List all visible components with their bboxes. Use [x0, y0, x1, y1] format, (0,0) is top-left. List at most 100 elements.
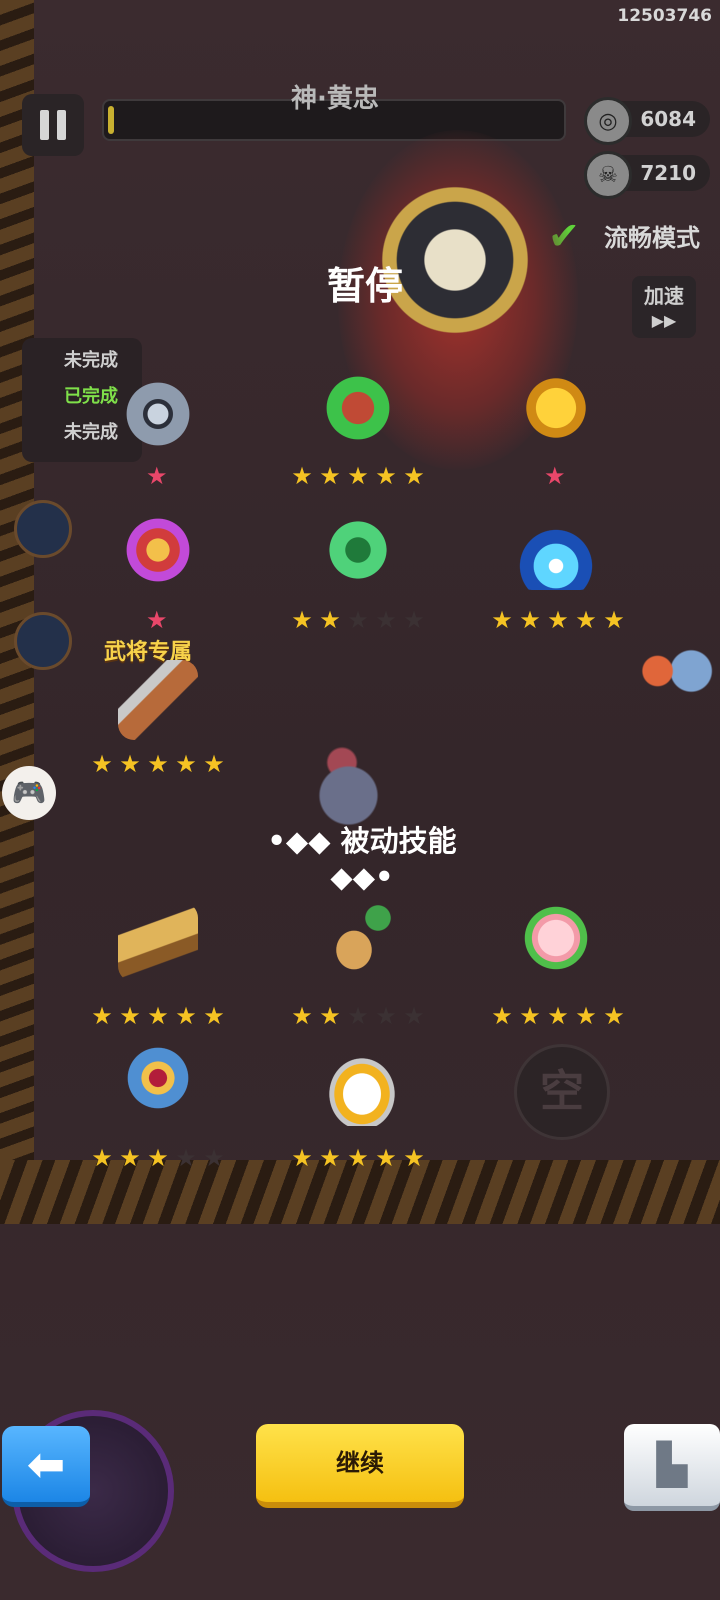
star-empty-icon: ★: [175, 1144, 197, 1172]
elephant-hero-icon[interactable]: [14, 612, 72, 670]
star-filled-icon: ★: [603, 606, 625, 634]
boots-icon: [318, 1046, 398, 1126]
wind-tornado-icon: [318, 510, 398, 590]
passive-slot[interactable]: [308, 1040, 408, 1140]
star-filled-icon: ★: [91, 1002, 113, 1030]
star-filled-icon: ★: [575, 1002, 597, 1030]
coin-counter: ◎ 6084: [584, 97, 710, 145]
coin-value: 6084: [640, 107, 696, 131]
star-filled-icon: ★: [491, 1002, 513, 1030]
star-filled-icon: ★: [91, 750, 113, 778]
boss-health-fill: [108, 106, 114, 134]
star-filled-icon: ★: [319, 1144, 341, 1172]
star-filled-icon: ★: [291, 462, 313, 490]
star-filled-icon: ★: [519, 606, 541, 634]
pink-star-icon: ★: [146, 606, 168, 634]
left-fence: [0, 0, 34, 1200]
player-id: 12503746: [617, 6, 712, 26]
star-filled-icon: ★: [375, 1144, 397, 1172]
star-filled-icon: ★: [291, 1144, 313, 1172]
armor-icon: [118, 1046, 198, 1126]
podium-icon: ▙: [656, 1442, 688, 1488]
back-button[interactable]: ⬅: [2, 1426, 90, 1507]
skill-slot[interactable]: [108, 368, 208, 468]
star-filled-icon: ★: [403, 462, 425, 490]
star-rating: ★ ★ ★ ★ ★: [490, 1004, 626, 1028]
star-filled-icon: ★: [347, 462, 369, 490]
book-icon: [118, 902, 198, 982]
fish-elephant-enemy: [624, 634, 720, 708]
skill-slot[interactable]: [506, 362, 606, 462]
star-rating: ★ ★ ★ ★ ★: [290, 1146, 426, 1170]
continue-button[interactable]: 继续: [256, 1424, 464, 1508]
star-filled-icon: ★: [547, 1002, 569, 1030]
star-filled-icon: ★: [91, 1144, 113, 1172]
peach-icon: [516, 902, 596, 982]
star-rating: ★ ★ ★ ★ ★: [90, 752, 226, 776]
star-filled-icon: ★: [147, 750, 169, 778]
skull-icon: ☠: [584, 151, 632, 199]
star-empty-icon: ★: [347, 1002, 369, 1030]
fast-forward-icon: ▶▶: [651, 311, 677, 330]
passive-slot[interactable]: [308, 896, 408, 996]
star-empty-icon: ★: [375, 1002, 397, 1030]
kill-value: 7210: [640, 161, 696, 185]
skill-slot[interactable]: [108, 654, 208, 754]
star-filled-icon: ★: [319, 606, 341, 634]
star-filled-icon: ★: [203, 1002, 225, 1030]
star-filled-icon: ★: [375, 462, 397, 490]
star-rating: ★ ★ ★ ★ ★: [290, 1004, 426, 1028]
star-filled-icon: ★: [147, 1144, 169, 1172]
star-rating: ★ ★ ★ ★ ★: [490, 608, 626, 632]
crossbow-icon: [118, 660, 198, 740]
passive-slot[interactable]: [506, 896, 606, 996]
star-filled-icon: ★: [147, 1002, 169, 1030]
pink-star-icon: ★: [544, 462, 566, 490]
empty-slot[interactable]: 空: [514, 1044, 610, 1140]
speed-label: 加速: [644, 284, 684, 308]
pause-button[interactable]: [22, 94, 84, 156]
star-filled-icon: ★: [603, 1002, 625, 1030]
pause-icon-bar: [57, 110, 66, 140]
star-empty-icon: ★: [403, 1002, 425, 1030]
boss-name: 神·黄忠: [291, 84, 379, 114]
star-filled-icon: ★: [491, 606, 513, 634]
smooth-mode-label[interactable]: 流畅模式: [604, 218, 700, 253]
star-filled-icon: ★: [403, 1144, 425, 1172]
passive-slot[interactable]: [108, 896, 208, 996]
phoenix-fan-icon: [118, 510, 198, 590]
star-empty-icon: ★: [347, 606, 369, 634]
star-filled-icon: ★: [347, 1144, 369, 1172]
star-filled-icon: ★: [319, 462, 341, 490]
gamepad-icon[interactable]: 🎮: [2, 766, 56, 820]
star-filled-icon: ★: [291, 606, 313, 634]
passive-slot[interactable]: [108, 1040, 208, 1140]
skill-slot[interactable]: [308, 362, 408, 462]
skill-slot[interactable]: [506, 504, 606, 604]
fish-hero-icon[interactable]: [14, 500, 72, 558]
star-rating: ★ ★ ★ ★ ★: [290, 608, 426, 632]
star-filled-icon: ★: [547, 606, 569, 634]
coin-icon: ◎: [584, 97, 632, 145]
star-filled-icon: ★: [175, 1002, 197, 1030]
star-rating: ★ ★ ★ ★ ★: [90, 1146, 226, 1170]
pink-star-icon: ★: [146, 462, 168, 490]
star-filled-icon: ★: [203, 750, 225, 778]
star-filled-icon: ★: [319, 1002, 341, 1030]
ranking-button[interactable]: ▙: [624, 1424, 720, 1511]
pause-icon-bar: [40, 110, 49, 140]
skill-slot[interactable]: [308, 504, 408, 604]
golden-gauntlet-icon: [516, 368, 596, 448]
ornament-left: •◆◆: [267, 824, 341, 858]
skill-slot[interactable]: [108, 504, 208, 604]
speed-up-button[interactable]: 加速 ▶▶: [632, 276, 696, 338]
shuriken-icon: [118, 374, 198, 454]
jade-tower-icon: [318, 368, 398, 448]
lightning-icon: [516, 510, 596, 590]
star-filled-icon: ★: [175, 750, 197, 778]
pause-title: 暂停: [326, 264, 403, 308]
star-empty-icon: ★: [375, 606, 397, 634]
ginseng-icon: [318, 902, 398, 982]
kill-counter: ☠ 7210: [584, 151, 710, 199]
star-filled-icon: ★: [575, 606, 597, 634]
